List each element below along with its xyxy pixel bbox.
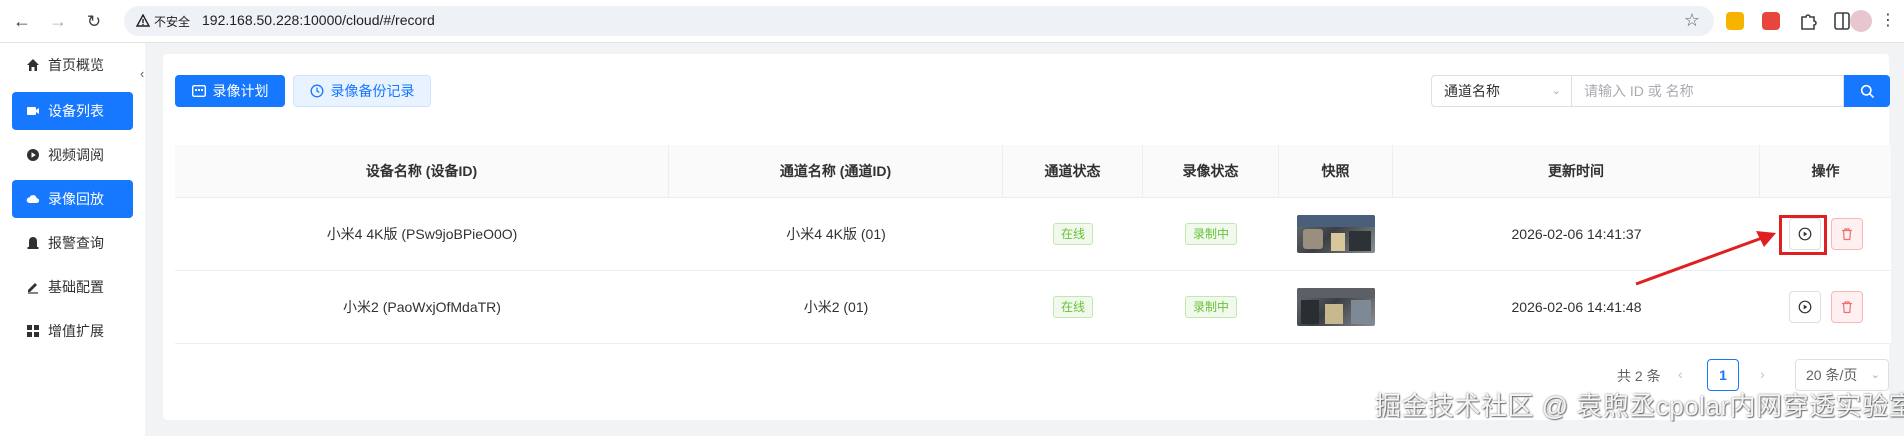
next-page-icon[interactable]: › xyxy=(1760,366,1765,382)
column-header-device: 设备名称 (设备ID) xyxy=(175,145,669,197)
channel-status-cell: 在线 xyxy=(1003,198,1143,270)
device-cell: 小米2 (PaoWxjOfMdaTR) xyxy=(343,299,501,315)
status-badge: 在线 xyxy=(1052,296,1093,318)
sidebar-collapse-icon[interactable]: ‹ xyxy=(140,66,144,81)
chevron-down-icon: ⌄ xyxy=(1870,369,1880,381)
grid-icon xyxy=(27,325,39,337)
search-group: 通道名称 ⌄ xyxy=(1431,75,1890,107)
video-plan-icon xyxy=(191,85,206,97)
search-icon xyxy=(1860,84,1874,98)
snapshot-thumbnail[interactable] xyxy=(1297,215,1375,253)
backup-records-label: 录像备份记录 xyxy=(330,83,415,99)
url-text[interactable]: 192.168.50.228:10000/cloud/#/record xyxy=(202,12,435,28)
sidebar-item-label: 录像回放 xyxy=(48,191,104,207)
camera-icon xyxy=(27,107,39,115)
play-button[interactable] xyxy=(1788,291,1821,323)
address-bar[interactable]: 不安全 192.168.50.228:10000/cloud/#/record … xyxy=(124,6,1714,36)
column-header-snapshot: 快照 xyxy=(1279,145,1393,197)
extension-icon[interactable] xyxy=(1762,12,1780,30)
watermark-text: 掘金技术社区 @ 袁煦丞cpolar内网穿透实验室 xyxy=(1375,391,1904,421)
warning-icon xyxy=(136,14,150,27)
status-badge: 在线 xyxy=(1052,223,1093,245)
prev-page-icon[interactable]: ‹ xyxy=(1678,366,1683,382)
sidebar-item-playback[interactable]: 录像回放 xyxy=(12,180,133,218)
sidebar-item-label: 视频调阅 xyxy=(48,147,104,163)
sidebar-item-label: 设备列表 xyxy=(48,103,104,119)
channel-status-cell: 在线 xyxy=(1003,271,1143,343)
record-plan-label: 录像计划 xyxy=(212,83,269,99)
back-arrow-icon[interactable]: ← xyxy=(10,9,34,33)
sidebar-item-devices[interactable]: 设备列表 xyxy=(12,92,133,130)
snapshot-cell xyxy=(1279,271,1393,343)
pagination-total: 共 2 条 xyxy=(1617,368,1661,384)
delete-button[interactable] xyxy=(1830,291,1863,323)
snapshot-thumbnail[interactable] xyxy=(1297,288,1375,326)
status-badge: 录制中 xyxy=(1184,223,1237,245)
bookmark-star-icon[interactable]: ☆ xyxy=(1684,10,1700,31)
forward-arrow-icon[interactable]: → xyxy=(46,9,70,33)
side-panel-icon[interactable] xyxy=(1832,9,1852,33)
sidebar-item-label: 基础配置 xyxy=(48,279,104,295)
search-input[interactable] xyxy=(1571,75,1844,107)
channel-cell: 小米2 (01) xyxy=(803,299,869,315)
browser-toolbar: ← → ↻ 不安全 192.168.50.228:10000/cloud/#/r… xyxy=(0,0,1904,43)
kebab-menu-icon[interactable]: ⋮ xyxy=(1876,9,1900,33)
trash-icon xyxy=(1841,228,1852,241)
play-circle-icon xyxy=(1798,300,1811,314)
device-cell: 小米4 4K版 (PSw9joBPieO0O) xyxy=(326,226,518,242)
search-button[interactable] xyxy=(1844,75,1890,107)
table-header: 设备名称 (设备ID) 通道名称 (通道ID) 通道状态 录像状态 快照 更新时… xyxy=(175,145,1891,198)
page-size-value: 20 条/页 xyxy=(1806,367,1858,383)
home-icon xyxy=(27,59,39,71)
column-header-channel: 通道名称 (通道ID) xyxy=(669,145,1003,197)
annotation-highlight-box xyxy=(1779,215,1827,255)
record-status-cell: 录制中 xyxy=(1143,271,1279,343)
history-icon xyxy=(310,84,323,98)
column-header-record-status: 录像状态 xyxy=(1143,145,1279,197)
column-header-updated: 更新时间 xyxy=(1393,145,1760,197)
sidebar-item-label: 增值扩展 xyxy=(48,323,104,339)
status-badge: 录制中 xyxy=(1184,296,1237,318)
chevron-down-icon: ⌄ xyxy=(1551,85,1561,97)
annotation-arrow xyxy=(1635,231,1776,286)
sidebar-item-video[interactable]: 视频调阅 xyxy=(12,136,133,174)
sidebar-item-extensions[interactable]: 增值扩展 xyxy=(12,312,133,350)
puzzle-icon[interactable] xyxy=(1798,11,1818,31)
sidebar-item-label: 报警查询 xyxy=(48,235,104,251)
trash-icon xyxy=(1841,301,1852,314)
sidebar-item-alarms[interactable]: 报警查询 xyxy=(12,224,133,262)
insecure-label: 不安全 xyxy=(154,15,191,29)
edit-icon xyxy=(28,283,38,294)
sidebar-item-label: 首页概览 xyxy=(48,57,104,73)
reload-icon[interactable]: ↻ xyxy=(82,9,106,33)
backup-records-button[interactable]: 录像备份记录 xyxy=(293,75,431,107)
search-field-value: 通道名称 xyxy=(1444,83,1500,99)
sidebar-item-config[interactable]: 基础配置 xyxy=(12,268,133,306)
sidebar-item-home[interactable]: 首页概览 xyxy=(12,46,133,84)
profile-avatar[interactable] xyxy=(1850,10,1872,32)
search-field-select[interactable]: 通道名称 ⌄ xyxy=(1431,75,1571,107)
snapshot-cell xyxy=(1279,198,1393,270)
delete-button[interactable] xyxy=(1830,218,1863,250)
sidebar: 首页概览 设备列表 视频调阅 录像回放 报警查询 基础配置 增值扩展 xyxy=(0,43,145,436)
extension-icon[interactable] xyxy=(1726,12,1744,30)
column-header-channel-status: 通道状态 xyxy=(1003,145,1143,197)
record-status-cell: 录制中 xyxy=(1143,198,1279,270)
record-plan-button[interactable]: 录像计划 xyxy=(175,75,285,107)
column-header-actions: 操作 xyxy=(1811,163,1840,179)
cloud-icon xyxy=(26,195,40,203)
alarm-icon xyxy=(27,237,39,249)
channel-cell: 小米4 4K版 (01) xyxy=(786,226,886,242)
play-circle-icon xyxy=(27,149,39,161)
